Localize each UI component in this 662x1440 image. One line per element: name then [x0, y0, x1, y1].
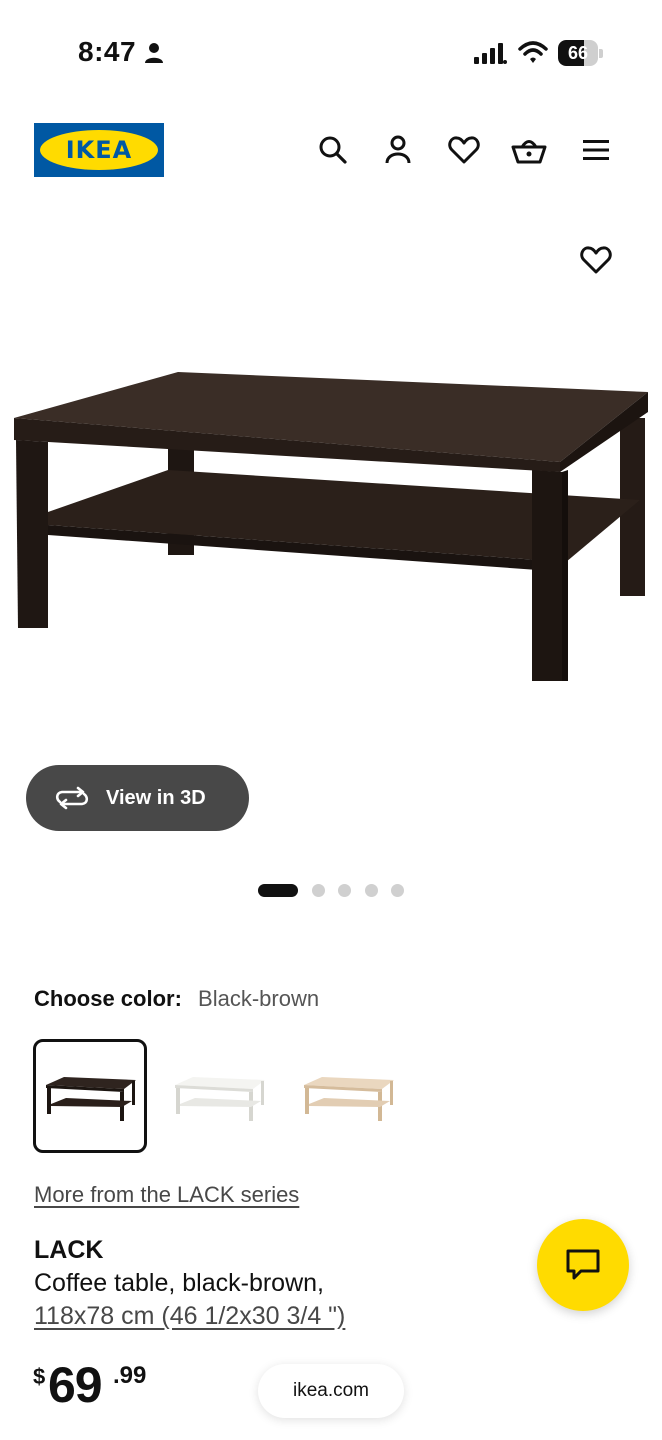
wifi-icon [518, 40, 548, 66]
swatch-thumbnail [46, 1077, 136, 1121]
person-icon [144, 42, 164, 64]
carousel-dot[interactable] [364, 883, 378, 897]
swatch-thumbnail [175, 1077, 265, 1121]
selected-color-value: Black-brown [198, 986, 320, 1011]
battery-indicator: 66 [558, 40, 604, 66]
menu-icon[interactable] [578, 132, 614, 168]
url-domain: ikea.com [292, 1380, 370, 1401]
color-swatch-black-brown[interactable] [33, 1039, 147, 1153]
status-bar: 8:47 66 [0, 0, 662, 100]
basket-icon[interactable] [511, 132, 547, 168]
search-icon[interactable] [315, 132, 351, 168]
account-icon[interactable] [380, 132, 416, 168]
swatch-thumbnail [304, 1077, 394, 1121]
view-in-3d-button[interactable]: View in 3D [26, 765, 249, 831]
heart-icon [580, 246, 612, 274]
site-header: IKEA [0, 110, 662, 190]
battery-level: 66 [567, 43, 589, 63]
browser-url-bar[interactable]: ikea.com [258, 1364, 404, 1418]
color-chooser-label: Choose color: Black-brown [34, 986, 319, 1012]
price-decimal: .99 [113, 1362, 147, 1389]
carousel-dot[interactable] [338, 883, 351, 897]
color-swatch-white-stained-oak[interactable] [291, 1039, 405, 1153]
cellular-signal-icon [474, 42, 508, 66]
price-currency: $ [33, 1364, 46, 1389]
product-dimensions-link[interactable]: 118x78 cm (46 1/2x30 3/4 ") [34, 1302, 345, 1331]
chat-icon [566, 1249, 600, 1280]
more-from-series-link[interactable]: More from the LACK series [34, 1182, 299, 1208]
carousel-dot[interactable] [311, 883, 325, 897]
price-integer: 69 [48, 1357, 103, 1413]
product-description: Coffee table, black-brown, [34, 1269, 324, 1297]
carousel-dot[interactable] [258, 883, 298, 897]
rotate-3d-icon [55, 786, 89, 810]
product-image[interactable] [0, 350, 662, 700]
view-in-3d-label: View in 3D [106, 786, 206, 809]
logo-text: IKEA [65, 136, 133, 164]
chat-button[interactable] [537, 1219, 629, 1311]
add-to-favorites-button[interactable] [576, 240, 616, 280]
carousel-dot[interactable] [391, 883, 404, 897]
heart-icon[interactable] [446, 132, 482, 168]
color-swatch-white[interactable] [162, 1039, 276, 1153]
product-name: LACK [34, 1236, 104, 1264]
status-time: 8:47 [78, 36, 137, 67]
image-carousel-indicator [258, 882, 418, 898]
ikea-logo[interactable]: IKEA [34, 123, 164, 177]
choose-color-label: Choose color: [34, 986, 182, 1011]
